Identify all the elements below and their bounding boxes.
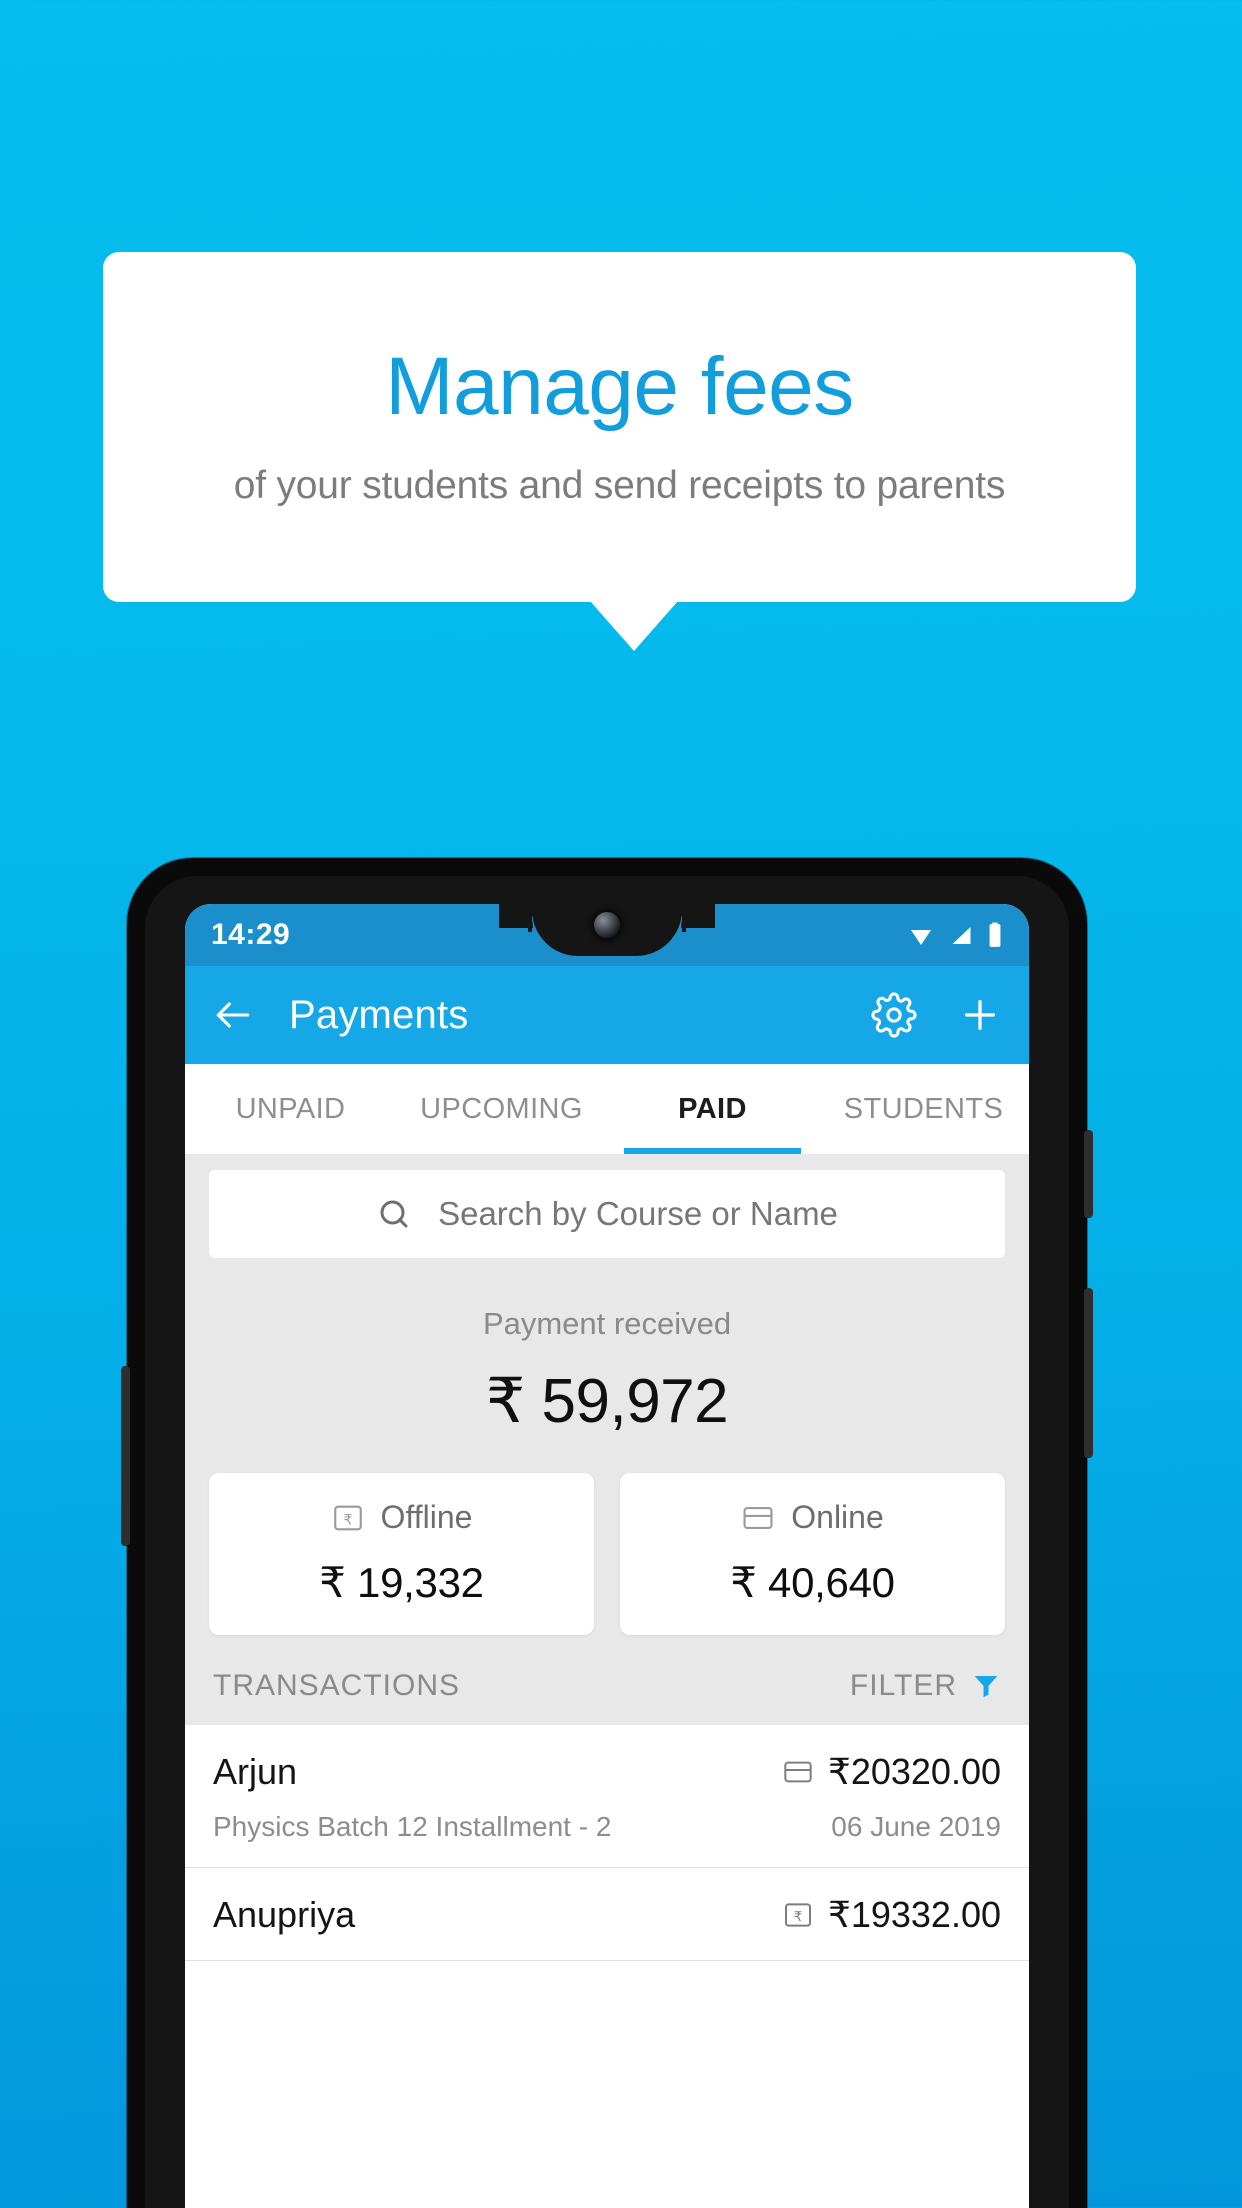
- plus-icon[interactable]: [957, 992, 1003, 1038]
- payment-mode-cards: ₹ Offline ₹ 19,332 Online ₹ 40,640: [185, 1443, 1029, 1635]
- tab-students[interactable]: STUDENTS: [818, 1064, 1029, 1154]
- svg-text:₹: ₹: [794, 1910, 802, 1925]
- transactions-title: TRANSACTIONS: [213, 1669, 461, 1702]
- transaction-amount: ₹20320.00: [827, 1751, 1001, 1792]
- tab-upcoming[interactable]: UPCOMING: [396, 1064, 607, 1154]
- power-button[interactable]: [1084, 1130, 1093, 1218]
- online-card-amount: ₹ 40,640: [730, 1559, 895, 1606]
- status-time: 14:29: [211, 918, 291, 951]
- wifi-icon: [906, 923, 936, 947]
- summary-amount: ₹ 59,972: [485, 1367, 729, 1436]
- online-payment-card[interactable]: Online ₹ 40,640: [620, 1473, 1005, 1635]
- tab-bar: UNPAID UPCOMING PAID STUDENTS: [185, 1064, 1029, 1154]
- funnel-icon: [971, 1671, 1001, 1701]
- offline-card-header: ₹ Offline: [331, 1499, 473, 1536]
- promo-subtitle: of your students and send receipts to pa…: [233, 464, 1006, 507]
- rupee-note-icon: ₹: [782, 1899, 814, 1931]
- transaction-main-line: Arjun ₹20320.00: [213, 1751, 1001, 1793]
- online-card-header: Online: [741, 1499, 884, 1536]
- credit-card-icon: [782, 1756, 814, 1788]
- tab-paid[interactable]: PAID: [607, 1064, 818, 1154]
- transaction-sub-line: Physics Batch 12 Installment - 2 06 June…: [213, 1811, 1001, 1843]
- payment-summary: Payment received ₹ 59,972: [185, 1258, 1029, 1443]
- front-camera-icon: [594, 912, 620, 938]
- app-bar: Payments: [185, 966, 1029, 1064]
- transaction-amount-group: ₹20320.00: [782, 1751, 1001, 1793]
- transaction-date: 06 June 2019: [831, 1811, 1001, 1842]
- back-arrow-icon[interactable]: [211, 993, 255, 1037]
- search-icon: [376, 1196, 412, 1232]
- search-placeholder: Search by Course or Name: [438, 1195, 838, 1232]
- phone-screen: 14:29 Payments UNPAID UPCOMING PAID STUD…: [185, 904, 1029, 2208]
- transactions-header: TRANSACTIONS FILTER: [185, 1635, 1029, 1725]
- phone-bezel: 14:29 Payments UNPAID UPCOMING PAID STUD…: [145, 876, 1069, 2208]
- phone-mockup: 14:29 Payments UNPAID UPCOMING PAID STUD…: [121, 858, 1093, 2208]
- filter-label: FILTER: [849, 1669, 957, 1702]
- transaction-amount-group: ₹ ₹19332.00: [782, 1894, 1001, 1936]
- search-input[interactable]: Search by Course or Name: [209, 1170, 1005, 1258]
- table-row[interactable]: Arjun ₹20320.00 Physics Batch 12 Install…: [185, 1725, 1029, 1868]
- transaction-amount: ₹19332.00: [827, 1894, 1001, 1935]
- gear-icon[interactable]: [871, 992, 917, 1038]
- offline-card-amount: ₹ 19,332: [319, 1559, 484, 1606]
- summary-label: Payment received: [482, 1306, 732, 1341]
- filter-button[interactable]: FILTER: [850, 1669, 1001, 1703]
- status-icons: [906, 922, 1003, 948]
- volume-button-right[interactable]: [1084, 1288, 1093, 1458]
- volume-button-left[interactable]: [121, 1366, 130, 1546]
- transactions-list: Arjun ₹20320.00 Physics Batch 12 Install…: [185, 1725, 1029, 1961]
- credit-card-icon: [741, 1501, 775, 1535]
- transaction-name: Arjun: [213, 1751, 298, 1792]
- promo-callout-card: Manage fees of your students and send re…: [103, 252, 1136, 602]
- table-row[interactable]: Anupriya ₹ ₹19332.00: [185, 1868, 1029, 1961]
- offline-card-label: Offline: [380, 1499, 473, 1535]
- transaction-description: Physics Batch 12 Installment - 2: [213, 1811, 612, 1842]
- transaction-name: Anupriya: [213, 1894, 356, 1935]
- promo-callout-tail: [590, 601, 678, 651]
- signal-icon: [948, 923, 975, 947]
- offline-payment-card[interactable]: ₹ Offline ₹ 19,332: [209, 1473, 594, 1635]
- search-section: Search by Course or Name: [185, 1154, 1029, 1258]
- battery-icon: [987, 922, 1003, 948]
- content-area: Search by Course or Name Payment receive…: [185, 1154, 1029, 1961]
- tab-unpaid[interactable]: UNPAID: [185, 1064, 396, 1154]
- app-bar-actions: [871, 992, 1003, 1038]
- page-title: Payments: [289, 992, 469, 1037]
- online-card-label: Online: [791, 1499, 884, 1535]
- transaction-main-line: Anupriya ₹ ₹19332.00: [213, 1894, 1001, 1936]
- promo-title: Manage fees: [385, 341, 854, 432]
- rupee-note-icon: ₹: [331, 1501, 365, 1535]
- svg-text:₹: ₹: [343, 1512, 352, 1528]
